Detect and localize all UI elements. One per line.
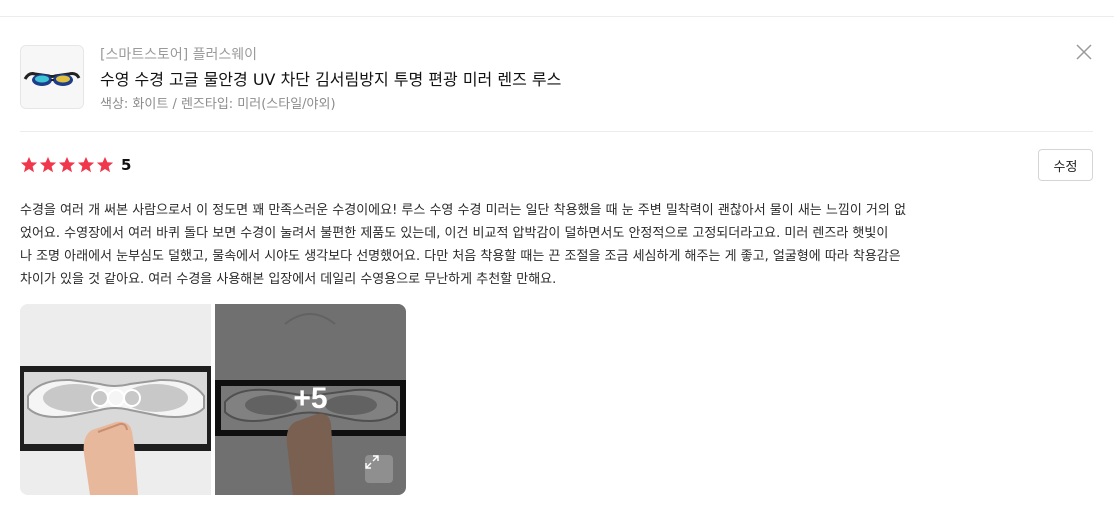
edit-button[interactable]: 수정 [1038,149,1093,181]
top-divider [0,16,1114,17]
rating-score: 5 [121,156,132,174]
review-photo[interactable] [20,304,211,495]
review-line: 었어요. 수영장에서 여러 바퀴 돌다 보면 수경이 눌려서 불편한 제품도 있… [20,226,889,241]
star-icon [39,156,57,173]
star-icon [58,156,76,173]
product-info: [스마트스토어] 플러스웨이 수영 수경 고글 물안경 UV 차단 김서림방지 … [20,40,1094,120]
review-photo-more[interactable]: +5 [215,304,406,495]
rating: 5 [20,154,131,176]
review-text: 수경을 여러 개 써본 사람으로서 이 정도면 꽤 만족스러운 수경이에요! 루… [20,199,1094,291]
star-icon [96,156,114,173]
product-option: 색상: 화이트 / 렌즈타입: 미러(스타일/야외) [100,97,336,112]
review-line: 차이가 있을 것 같아요. 여러 수경을 사용해본 입장에서 데일리 수영용으로… [20,272,557,287]
section-divider [20,131,1093,132]
star-icon [20,156,38,173]
review-line: 수경을 여러 개 써본 사람으로서 이 정도면 꽤 만족스러운 수경이에요! 루… [20,203,906,218]
star-icon [77,156,95,173]
star-rating [20,156,114,174]
close-icon[interactable] [1074,42,1094,62]
more-photos-count: +5 [293,382,328,415]
product-name[interactable]: 수영 수경 고글 물안경 UV 차단 김서림방지 투명 편광 미러 렌즈 루스 [100,66,561,90]
product-thumbnail [20,45,84,109]
expand-icon[interactable] [365,455,393,483]
store-name[interactable]: [스마트스토어] 플러스웨이 [100,44,257,64]
review-line: 나 조명 아래에서 눈부심도 덜했고, 물속에서 시야도 생각보다 선명했어요.… [20,249,901,264]
